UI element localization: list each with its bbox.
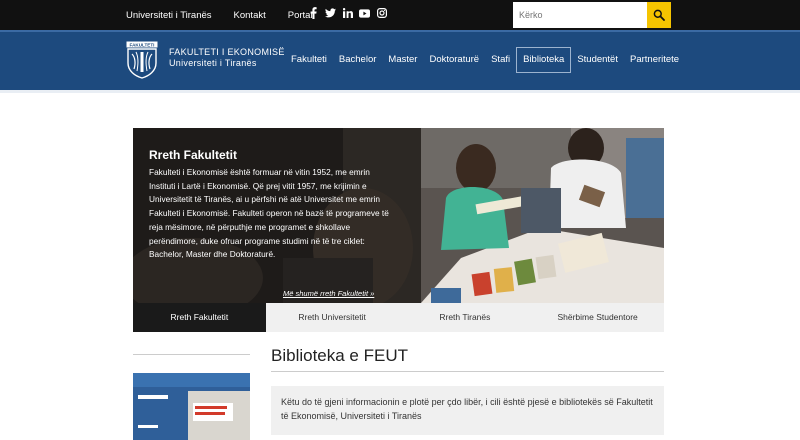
tab-rreth-universitetit[interactable]: Rreth Universitetit [266,303,399,332]
nav-item-doktorature[interactable]: Doktoraturë [423,47,485,73]
nav-item-partneritete[interactable]: Partneritete [624,47,685,73]
top-link-university[interactable]: Universiteti i Tiranës [126,10,212,21]
nav-item-fakulteti[interactable]: Fakulteti [285,47,333,73]
twitter-icon[interactable] [325,7,336,19]
sidebar-divider [133,354,250,355]
tab-sherbime-studentore[interactable]: Shërbime Studentore [531,303,664,332]
main-nav: Fakulteti Bachelor Master Doktoraturë St… [285,47,685,73]
faculty-name-line2: Universiteti i Tiranës [169,58,257,68]
youtube-icon[interactable] [359,7,370,19]
faculty-logo[interactable]: FAKULTETI [126,41,158,79]
faculty-name[interactable]: FAKULTETI I EKONOMISË Universiteti i Tir… [169,47,285,69]
search-input[interactable] [513,2,647,28]
navbar-top-line [0,30,800,32]
title-divider [271,371,664,372]
tab-rreth-fakultetit[interactable]: Rreth Fakultetit [133,303,266,332]
search-button[interactable] [647,2,671,28]
hero-banner: Rreth Fakultetit Fakulteti i Ekonomisë ë… [133,128,664,303]
social-links [308,7,387,19]
hero-text-panel: Rreth Fakultetit Fakulteti i Ekonomisë ë… [133,128,423,303]
hero-title: Rreth Fakultetit [149,148,238,162]
top-link-contact[interactable]: Kontakt [234,10,266,21]
intro-text: Këtu do të gjeni informacionin e plotë p… [281,397,653,421]
search-box [513,2,671,28]
tab-rreth-tiranes[interactable]: Rreth Tiranës [399,303,532,332]
nav-item-studentet[interactable]: Studentët [571,47,624,73]
faculty-name-line1: FAKULTETI I EKONOMISË [169,47,285,57]
top-bar: Universiteti i Tiranës Kontakt Portali [0,0,800,30]
navbar-shadow [0,90,800,93]
top-links: Universiteti i Tiranës Kontakt Portali [126,0,337,30]
search-icon [653,9,665,21]
logo-label: FAKULTETI [130,42,155,47]
sidebar-thumbnail[interactable] [133,373,250,440]
nav-item-stafi[interactable]: Stafi [485,47,516,73]
instagram-icon[interactable] [376,7,387,19]
info-tabs: Rreth Fakultetit Rreth Universitetit Rre… [133,303,664,332]
hero-more-link[interactable]: Më shumë rreth Fakultetit » [283,289,374,298]
nav-item-biblioteka[interactable]: Biblioteka [516,47,572,73]
nav-item-bachelor[interactable]: Bachelor [333,47,383,73]
nav-item-master[interactable]: Master [382,47,423,73]
linkedin-icon[interactable] [342,7,353,19]
hero-photo-students [421,128,664,303]
facebook-icon[interactable] [308,7,319,19]
hero-description: Fakulteti i Ekonomisë është formuar në v… [149,167,389,260]
intro-box: Këtu do të gjeni informacionin e plotë p… [271,386,664,435]
page-title: Biblioteka e FEUT [271,346,408,365]
